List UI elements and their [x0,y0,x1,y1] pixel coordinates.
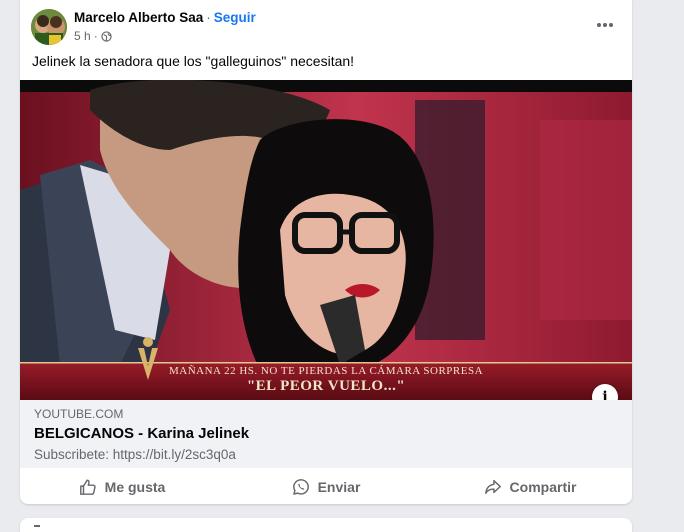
separator-dot: · [206,10,211,25]
share-button[interactable]: Compartir [428,470,632,504]
thumbnail-image [20,80,632,400]
like-button[interactable]: Me gusta [20,470,224,504]
share-label: Compartir [509,479,577,495]
author-line: Marcelo Alberto Saa · Seguir [74,10,256,25]
more-options-icon[interactable] [594,14,616,36]
more-dot [603,23,607,27]
thumbs-up-icon [79,479,96,495]
banner-line-1: MAÑANA 22 HS. NO TE PIERDAS LA CÁMARA SO… [168,365,484,377]
author-avatar[interactable] [31,9,67,45]
post-header: Marcelo Alberto Saa · Seguir 5 h · [20,0,632,50]
more-dot [609,23,613,27]
post-time[interactable]: 5 h [74,29,91,43]
follow-button[interactable]: Seguir [214,10,256,25]
post-text: Jelinek la senadora que los "galleguinos… [32,53,355,69]
link-title[interactable]: BELGICANOS - Karina Jelinek [34,425,249,442]
whatsapp-icon [292,479,309,495]
like-label: Me gusta [104,479,166,495]
send-button[interactable]: Enviar [224,470,428,504]
next-post-fragment [34,525,40,528]
link-preview[interactable]: YOUTUBE.COM BELGICANOS - Karina Jelinek … [20,400,632,468]
video-thumbnail[interactable]: MAÑANA 22 HS. NO TE PIERDAS LA CÁMARA SO… [20,80,632,400]
next-post-card [20,518,632,532]
meta-separator: · [93,29,98,43]
post-actions: Me gusta Enviar Compartir [20,470,632,504]
banner-line-2: "EL PEOR VUELO..." [246,378,406,394]
more-dot [597,23,601,27]
send-label: Enviar [317,479,361,495]
post-meta: 5 h · [74,29,112,43]
link-domain: YOUTUBE.COM [34,407,124,421]
link-description: Subscribete: https://bit.ly/2sc3q0a [34,447,236,462]
share-icon [484,479,501,495]
globe-icon [101,30,112,42]
author-name[interactable]: Marcelo Alberto Saa [74,10,203,25]
post-card: Marcelo Alberto Saa · Seguir 5 h · Jelinek… [20,0,632,504]
